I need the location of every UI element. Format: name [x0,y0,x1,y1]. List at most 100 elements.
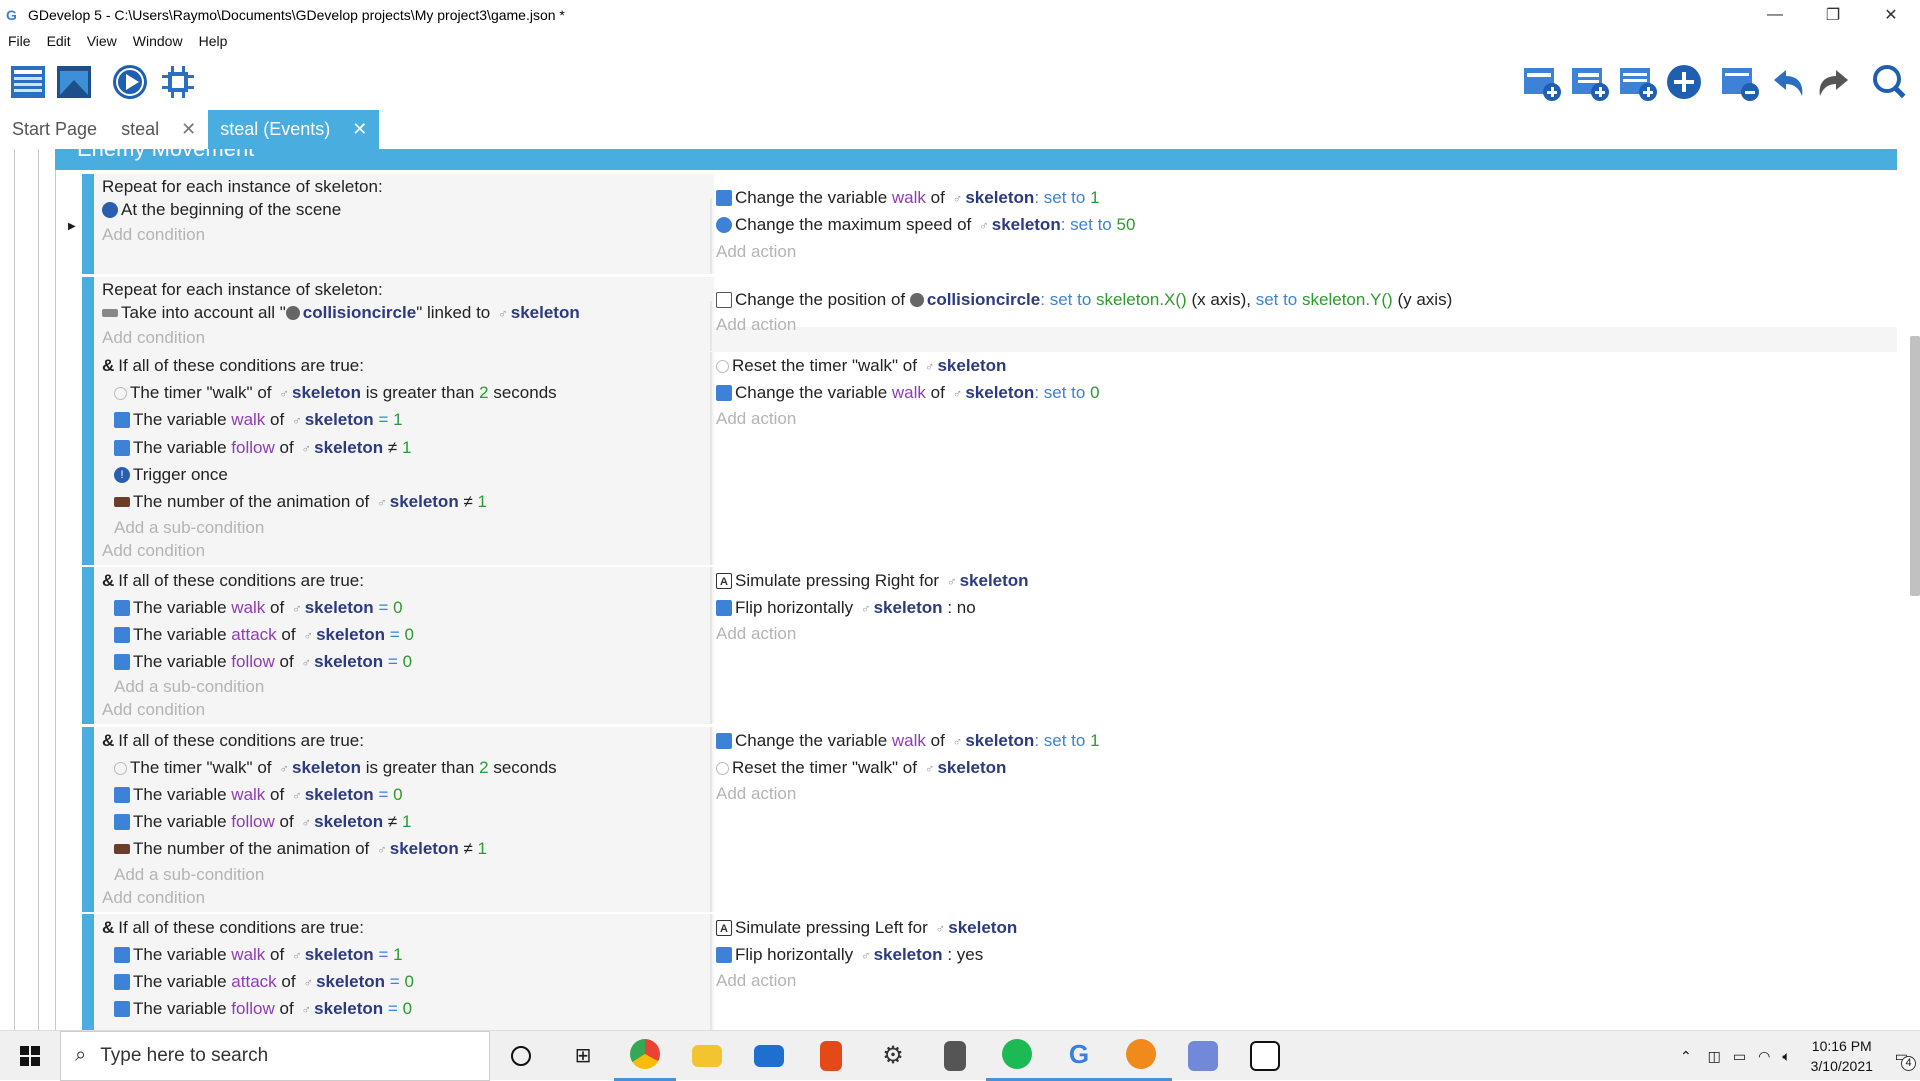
tab-start-page[interactable]: Start Page [0,110,110,149]
condition-row[interactable]: The variable walk of ♂ skeleton = 0 [114,598,403,618]
condition-row[interactable]: The timer "walk" of ♂ skeleton is greater… [114,758,557,778]
tab-steal-events[interactable]: steal (Events) ✕ [208,110,380,149]
taskbar-clock[interactable]: 10:16 PM 3/10/2021 [1797,1036,1887,1076]
add-condition-link[interactable]: Add condition [102,225,205,245]
actions-column[interactable]: A Simulate pressing Right for ♂ skeleton … [714,567,1897,724]
spotify-taskbar-icon[interactable] [986,1031,1048,1081]
condition-row[interactable]: The variable walk of ♂ skeleton = 0 [114,785,403,805]
conditions-column[interactable]: & If all of these conditions are true: Th… [94,727,712,912]
cortana-icon[interactable] [490,1031,552,1081]
close-button[interactable]: ✕ [1862,0,1920,29]
notifications-icon[interactable]: ▭ 4 [1895,1048,1916,1071]
add-action-link[interactable]: Add action [716,409,796,429]
add-condition-link[interactable]: Add condition [102,541,205,561]
condition-row[interactable]: The variable follow of ♂ skeleton = 0 [114,999,412,1019]
condition-row[interactable]: The variable walk of ♂ skeleton = 1 [114,945,403,965]
delete-selection-icon[interactable] [1720,62,1760,102]
action-row[interactable]: Change the variable walk of ♂ skeleton: s… [716,188,1100,208]
twitch-taskbar-icon[interactable] [1234,1031,1296,1081]
conditions-column[interactable]: Take into account all " collisioncircle " … [94,301,712,351]
action-row[interactable]: Reset the timer "walk" of ♂ skeleton [716,758,1006,778]
office-taskbar-icon[interactable] [800,1031,862,1081]
condition-row[interactable]: The number of the animation of ♂ skeleton… [114,492,487,512]
condition-row[interactable]: Take into account all " collisioncircle " … [102,303,580,323]
condition-row[interactable]: At the beginning of the scene [102,200,341,220]
add-subevent-icon[interactable] [1570,62,1610,102]
task-view-icon[interactable]: ⊞ [552,1031,614,1081]
vertical-scrollbar[interactable] [1910,336,1920,596]
windows-start-button[interactable] [0,1031,60,1081]
network-icon[interactable]: ◫ [1708,1048,1721,1065]
add-condition-link[interactable]: Add condition [102,700,205,720]
action-row[interactable]: Change the variable walk of ♂ skeleton: s… [716,731,1100,751]
undo-icon[interactable] [1768,62,1808,102]
menu-file[interactable]: File [0,33,39,49]
condition-row[interactable]: The variable walk of ♂ skeleton = 1 [114,410,403,430]
gdevelop-taskbar-icon[interactable]: G [1048,1031,1110,1081]
maximize-button[interactable]: ❐ [1804,0,1862,29]
menu-edit[interactable]: Edit [39,33,79,49]
discord-taskbar-icon[interactable] [1172,1031,1234,1081]
mail-taskbar-icon[interactable] [738,1031,800,1081]
event-block[interactable]: & If all of these conditions are true: Th… [82,567,1897,724]
calculator-taskbar-icon[interactable] [924,1031,986,1081]
add-condition-link[interactable]: Add condition [102,328,205,348]
conditions-column[interactable]: At the beginning of the scene Add condit… [94,198,712,274]
add-action-link[interactable]: Add action [716,624,796,644]
condition-row[interactable]: The number of the animation of ♂ skeleton… [114,839,487,859]
search-icon[interactable] [1870,62,1910,102]
redo-icon[interactable] [1814,62,1854,102]
group-header[interactable]: Enemy Movement [55,149,1897,170]
events-sheet[interactable]: ▶ Enemy Movement Repeat for each instanc… [0,149,1920,1030]
action-row[interactable]: Reset the timer "walk" of ♂ skeleton [716,356,1006,376]
settings-taskbar-icon[interactable]: ⚙ [862,1031,924,1081]
condition-row[interactable]: ! Trigger once [114,465,228,485]
menu-help[interactable]: Help [191,33,236,49]
scene-editor-icon[interactable] [54,62,94,102]
add-other-icon[interactable] [1664,62,1704,102]
collapse-arrow-icon[interactable]: ▶ [68,221,76,232]
show-hidden-icons-icon[interactable]: ⌃ [1680,1048,1692,1065]
actions-column[interactable]: Change the variable walk of ♂ skeleton: s… [714,174,1897,274]
conditions-column[interactable]: & If all of these conditions are true: Th… [94,567,712,724]
actions-column[interactable]: A Simulate pressing Left for ♂ skeleton F… [714,914,1897,1030]
debugger-icon[interactable] [158,62,198,102]
action-row[interactable]: Change the variable walk of ♂ skeleton: s… [716,383,1100,403]
action-row[interactable]: Change the position of collisioncircle: … [716,290,1452,310]
add-action-link[interactable]: Add action [716,242,796,262]
add-condition-link[interactable]: Add condition [102,888,205,908]
action-row[interactable]: Change the maximum speed of ♂ skeleton: s… [716,215,1135,235]
condition-row[interactable]: The variable follow of ♂ skeleton ≠ 1 [114,438,411,458]
event-block[interactable]: & If all of these conditions are true: Th… [82,352,1897,565]
add-subcondition-link[interactable]: Add a sub-condition [114,865,264,885]
action-row[interactable]: Flip horizontally ♂ skeleton : yes [716,945,983,965]
wifi-icon[interactable]: ◠ [1758,1048,1770,1065]
chrome-taskbar-icon[interactable] [614,1031,676,1081]
add-action-link[interactable]: Add action [716,315,796,335]
add-subcondition-link[interactable]: Add a sub-condition [114,518,264,538]
preview-play-icon[interactable] [110,62,150,102]
audacity-taskbar-icon[interactable] [1110,1031,1172,1081]
actions-column[interactable]: Reset the timer "walk" of ♂ skeleton Chan… [714,352,1897,565]
add-action-link[interactable]: Add action [716,971,796,991]
file-explorer-taskbar-icon[interactable] [676,1031,738,1081]
actions-column[interactable]: Change the variable walk of ♂ skeleton: s… [714,727,1897,912]
menu-window[interactable]: Window [125,33,191,49]
volume-icon[interactable]: 🔈︎ [1782,1048,1790,1065]
condition-row[interactable]: The variable follow of ♂ skeleton = 0 [114,652,412,672]
conditions-column[interactable]: & If all of these conditions are true: Th… [94,352,712,565]
tab-steal[interactable]: steal ✕ [109,110,209,149]
event-block[interactable]: & If all of these conditions are true: Th… [82,727,1897,912]
conditions-column[interactable]: & If all of these conditions are true: Th… [94,914,712,1030]
condition-row[interactable]: The variable attack of ♂ skeleton = 0 [114,972,414,992]
battery-icon[interactable]: ▭ [1733,1048,1746,1065]
project-manager-icon[interactable] [8,62,48,102]
actions-column[interactable]: Change the position of collisioncircle: … [714,277,1897,334]
minimize-button[interactable]: — [1746,0,1804,29]
event-block[interactable]: & If all of these conditions are true: Th… [82,914,1897,1030]
add-subcondition-link[interactable]: Add a sub-condition [114,677,264,697]
condition-row[interactable]: The timer "walk" of ♂ skeleton is greater… [114,383,557,403]
add-event-icon[interactable] [1522,62,1562,102]
action-row[interactable]: A Simulate pressing Left for ♂ skeleton [716,918,1017,938]
action-row[interactable]: Flip horizontally ♂ skeleton : no [716,598,976,618]
